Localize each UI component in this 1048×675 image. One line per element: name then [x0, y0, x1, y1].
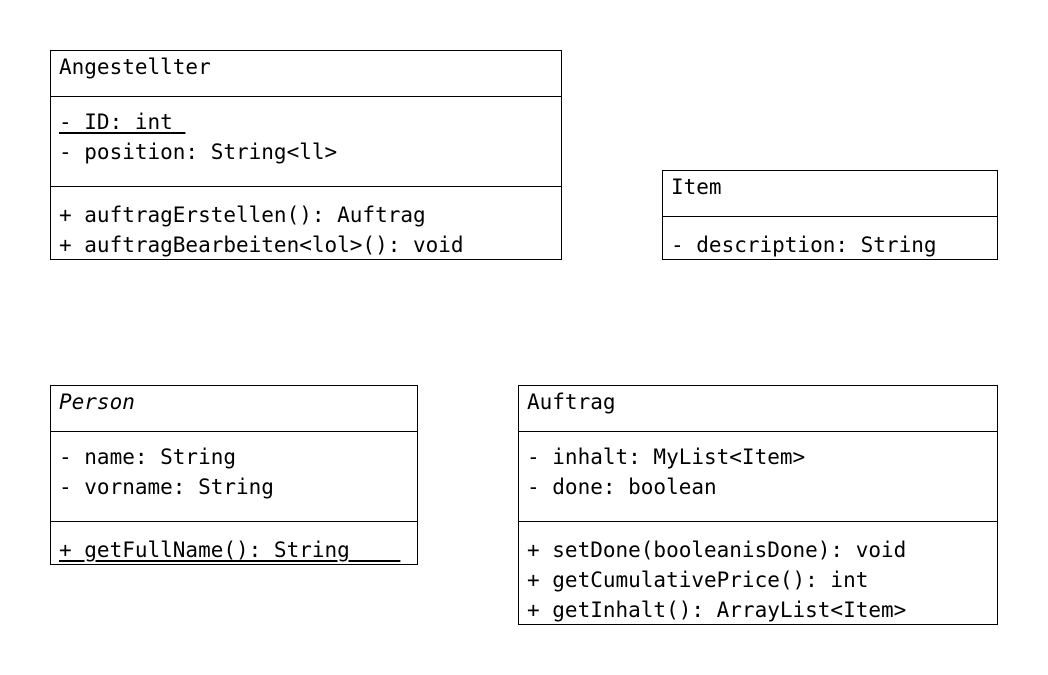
class-name: Item [671, 175, 722, 199]
operation-auftrag-erstellen: + auftragErstellen(): Auftrag [59, 203, 426, 227]
operation-auftrag-bearbeiten: + auftragBearbeiten<lol>(): void [59, 233, 464, 257]
operation-get-inhalt: + getInhalt(): ArrayList<Item> [527, 598, 907, 622]
attribute-vorname: - vorname: String [59, 475, 274, 499]
attributes-section: - description: String [663, 216, 997, 259]
operation-set-done: + setDone(booleanisDone): void [527, 538, 907, 562]
class-auftrag[interactable]: Auftrag - inhalt: MyList<Item> - done: b… [518, 385, 998, 625]
class-name-section: Person [51, 386, 417, 431]
operation-get-full-name: + getFullName(): String [59, 538, 401, 562]
class-name: Angestellter [59, 55, 211, 79]
attribute-name: - name: String [59, 445, 237, 469]
class-name-section: Item [663, 171, 997, 216]
class-name-section: Auftrag [519, 386, 997, 431]
operation-get-cumulative-price: + getCumulativePrice(): int [527, 568, 869, 592]
attributes-section: - ID: int - position: String<ll> [51, 96, 561, 186]
class-name: Person [59, 390, 135, 414]
attribute-inhalt: - inhalt: MyList<Item> [527, 445, 806, 469]
class-name-section: Angestellter [51, 51, 561, 96]
operations-section: + auftragErstellen(): Auftrag + auftragB… [51, 186, 561, 259]
attribute-id: - ID: int [59, 110, 186, 134]
class-person[interactable]: Person - name: String - vorname: String … [50, 385, 418, 565]
operations-section: + setDone(booleanisDone): void + getCumu… [519, 521, 997, 624]
class-angestellter[interactable]: Angestellter - ID: int - position: Strin… [50, 50, 562, 260]
attributes-section: - inhalt: MyList<Item> - done: boolean [519, 431, 997, 521]
class-name: Auftrag [527, 390, 616, 414]
class-item[interactable]: Item - description: String [662, 170, 998, 260]
attribute-position: - position: String<ll> [59, 140, 338, 164]
attribute-description: - description: String [671, 233, 937, 257]
attributes-section: - name: String - vorname: String [51, 431, 417, 521]
attribute-done: - done: boolean [527, 475, 717, 499]
operations-section: + getFullName(): String [51, 521, 417, 564]
